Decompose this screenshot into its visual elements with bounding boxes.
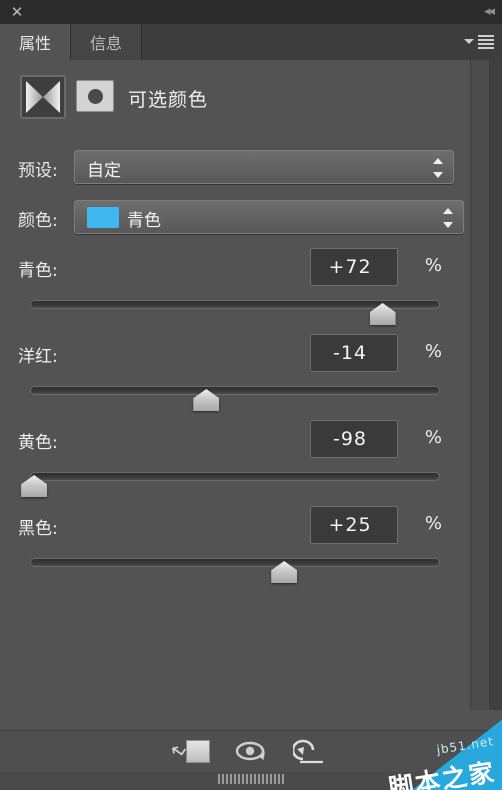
yellow-value-input[interactable]: -98	[310, 420, 398, 458]
yellow-slider-track[interactable]	[30, 472, 440, 481]
panel-body: 预设: 自定 颜色: 青色 青色: +72 % 洋红: -14 % 黄色: -9…	[0, 130, 470, 757]
hamburger-icon	[478, 35, 494, 49]
preset-spinner-icon	[433, 158, 444, 178]
cyan-unit: %	[424, 255, 442, 276]
cyan-label: 青色:	[18, 261, 58, 281]
color-row: 颜色: 青色	[0, 200, 470, 234]
panel-bottom-toolbar: ↵	[0, 730, 502, 774]
tab-properties-label: 属性	[18, 34, 51, 53]
black-label: 黑色:	[18, 519, 58, 539]
yellow-value: -98	[332, 428, 368, 450]
slider-group-magenta: 洋红: -14 %	[0, 334, 470, 419]
color-label: 颜色:	[18, 211, 58, 231]
clip-to-layer-icon[interactable]: ↵	[165, 737, 216, 767]
tab-properties[interactable]: 属性	[0, 24, 71, 60]
color-swatch	[87, 207, 119, 228]
black-slider-thumb[interactable]	[271, 561, 298, 583]
magenta-slider-thumb[interactable]	[193, 389, 220, 411]
panel-title-bar: ✕ ◂◂	[0, 0, 502, 24]
panel-resize-grip[interactable]	[218, 774, 284, 784]
panel-menu-icon[interactable]	[464, 34, 494, 50]
preset-label: 预设:	[18, 161, 58, 181]
tab-strip-filler	[142, 24, 502, 60]
color-dropdown[interactable]: 青色	[74, 200, 464, 234]
tab-info-label: 信息	[89, 34, 122, 53]
cyan-slider-thumb[interactable]	[369, 303, 396, 325]
yellow-unit: %	[424, 427, 442, 448]
black-value-input[interactable]: +25	[310, 506, 398, 544]
cyan-value-input[interactable]: +72	[310, 248, 398, 286]
magenta-slider-track[interactable]	[30, 386, 440, 395]
yellow-label: 黄色:	[18, 433, 58, 453]
black-unit: %	[424, 513, 442, 534]
chevron-down-icon	[464, 39, 474, 44]
reset-adjustment-icon[interactable]	[293, 737, 333, 767]
color-value: 青色	[127, 211, 161, 231]
panel-dock-edge-outer	[489, 60, 502, 710]
tab-info[interactable]: 信息	[71, 24, 142, 60]
close-icon[interactable]: ✕	[9, 4, 25, 20]
selective-color-glyph	[26, 81, 60, 113]
magenta-value: -14	[332, 342, 368, 364]
layer-mask-dot	[88, 89, 103, 104]
black-value: +25	[328, 514, 372, 536]
slider-group-cyan: 青色: +72 %	[0, 248, 470, 333]
magenta-unit: %	[424, 341, 442, 362]
magenta-label: 洋红:	[18, 347, 58, 367]
yellow-slider-thumb[interactable]	[21, 475, 48, 497]
magenta-value-input[interactable]: -14	[310, 334, 398, 372]
layer-mask-icon[interactable]	[76, 80, 114, 112]
black-slider-track[interactable]	[30, 558, 440, 567]
cyan-value: +72	[328, 256, 372, 278]
preset-value: 自定	[87, 161, 121, 181]
slider-group-yellow: 黄色: -98 %	[0, 420, 470, 505]
preset-dropdown[interactable]: 自定	[74, 150, 454, 184]
selective-color-icon[interactable]	[20, 75, 66, 119]
toggle-layer-visibility-icon[interactable]	[233, 737, 277, 767]
page-title: 可选颜色	[128, 89, 209, 111]
properties-panel: ✕ ◂◂ 属性 信息 可选颜色 预设: 自定 颜色: 青色 青色: +72 % …	[0, 0, 502, 790]
slider-group-black: 黑色: +25 %	[0, 506, 470, 591]
preset-row: 预设: 自定	[0, 150, 470, 184]
color-spinner-icon	[443, 208, 454, 228]
panel-tab-strip: 属性 信息	[0, 24, 502, 61]
collapse-panel-icon[interactable]: ◂◂	[473, 4, 495, 20]
